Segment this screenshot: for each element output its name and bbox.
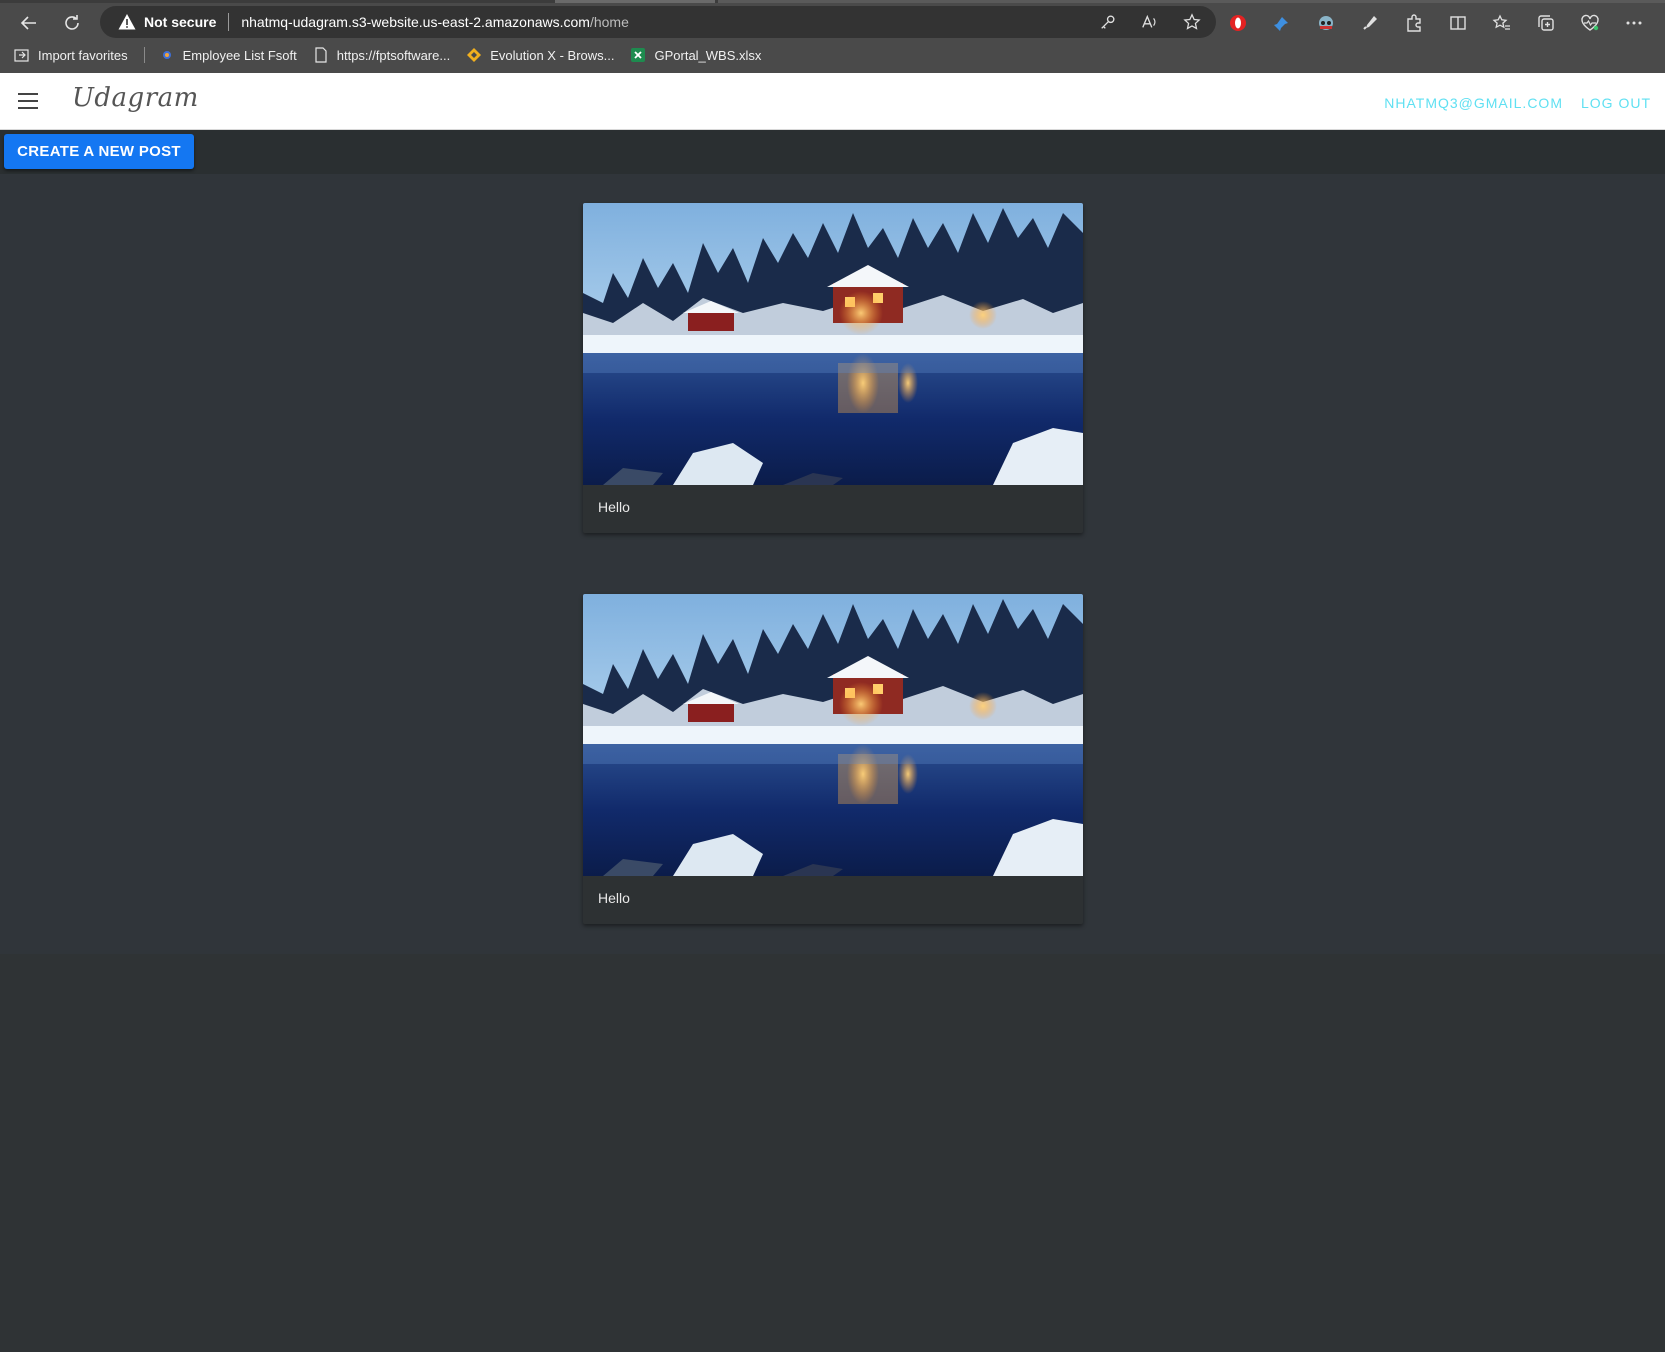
app-header: Udagram NHATMQ3@GMAIL.COM LOG OUT	[0, 73, 1665, 130]
post-image[interactable]	[583, 594, 1083, 876]
post-caption: Hello	[598, 499, 630, 515]
security-label[interactable]: Not secure	[144, 14, 216, 30]
bookmark-import-favorites[interactable]: Import favorites	[14, 47, 128, 63]
more-menu-icon[interactable]	[1622, 11, 1646, 35]
bookmark-label: https://fptsoftware...	[336, 47, 451, 63]
action-bar: CREATE A NEW POST	[0, 130, 1665, 174]
health-heart-icon[interactable]	[1578, 11, 1602, 35]
post-image[interactable]	[583, 203, 1083, 485]
page-empty-area	[0, 954, 1665, 1352]
opera-extension-icon[interactable]	[1226, 11, 1250, 35]
omnibox-actions	[1098, 12, 1202, 32]
post-caption: Hello	[598, 890, 630, 906]
omnibox-divider	[228, 13, 230, 31]
post-card: Hello	[583, 203, 1083, 533]
url-host[interactable]: nhatmq-udagram.s3-website.us-east-2.amaz…	[241, 14, 590, 30]
create-post-button[interactable]: CREATE A NEW POST	[4, 134, 194, 169]
post-feed: Hello Hello	[0, 174, 1665, 954]
key-icon[interactable]	[1098, 12, 1118, 32]
browser-toolbar: Not secure nhatmq-udagram.s3-website.us-…	[0, 5, 1665, 41]
bookmark-gportal-wbs[interactable]: GPortal_WBS.xlsx	[630, 47, 761, 63]
user-email-link[interactable]: NHATMQ3@GMAIL.COM	[1384, 95, 1563, 111]
bookmark-employee-list[interactable]: Employee List Fsoft	[159, 47, 297, 63]
bookmark-label: GPortal_WBS.xlsx	[654, 47, 762, 63]
page: Udagram NHATMQ3@GMAIL.COM LOG OUT CREATE…	[0, 73, 1665, 1352]
bookmark-label: Evolution X - Brows...	[490, 47, 615, 63]
ghost-extension-icon[interactable]	[1314, 11, 1338, 35]
site-icon	[159, 47, 175, 63]
favorite-star-icon[interactable]	[1182, 12, 1202, 32]
warning-icon[interactable]	[118, 13, 136, 31]
tab-strip	[0, 0, 1665, 3]
app-title[interactable]: Udagram	[72, 83, 199, 113]
extension-toolbar	[1226, 10, 1646, 36]
bookmark-label: Employee List Fsoft	[182, 47, 297, 63]
excel-icon	[630, 47, 646, 63]
bookmarks-bar: Import favorites Employee List Fsoft htt…	[14, 43, 777, 67]
extensions-puzzle-icon[interactable]	[1402, 11, 1426, 35]
logout-link[interactable]: LOG OUT	[1581, 95, 1651, 111]
bookmark-fptsoftware[interactable]: https://fptsoftware...	[313, 47, 450, 63]
eyedropper-icon[interactable]	[1358, 11, 1382, 35]
diamond-icon	[466, 47, 482, 63]
reload-button[interactable]	[56, 7, 88, 39]
back-arrow-icon	[20, 16, 36, 30]
read-aloud-icon[interactable]	[1140, 12, 1160, 32]
favorites-list-icon[interactable]	[1490, 11, 1514, 35]
reload-icon	[65, 15, 79, 30]
browser-chrome: Not secure nhatmq-udagram.s3-website.us-…	[0, 0, 1665, 73]
page-icon	[313, 47, 329, 63]
collections-icon[interactable]	[1534, 11, 1558, 35]
bookmark-evolution-x[interactable]: Evolution X - Brows...	[466, 47, 614, 63]
post-card: Hello	[583, 594, 1083, 924]
hamburger-menu-icon[interactable]	[18, 90, 40, 112]
url-path[interactable]: /home	[590, 14, 629, 30]
bookmark-label: Import favorites	[38, 47, 128, 63]
back-button[interactable]	[13, 7, 45, 39]
address-bar[interactable]: Not secure nhatmq-udagram.s3-website.us-…	[100, 6, 1216, 38]
split-screen-icon[interactable]	[1446, 11, 1470, 35]
bookmarks-separator	[143, 47, 145, 63]
import-icon	[14, 47, 30, 63]
pin-extension-icon[interactable]	[1270, 11, 1294, 35]
